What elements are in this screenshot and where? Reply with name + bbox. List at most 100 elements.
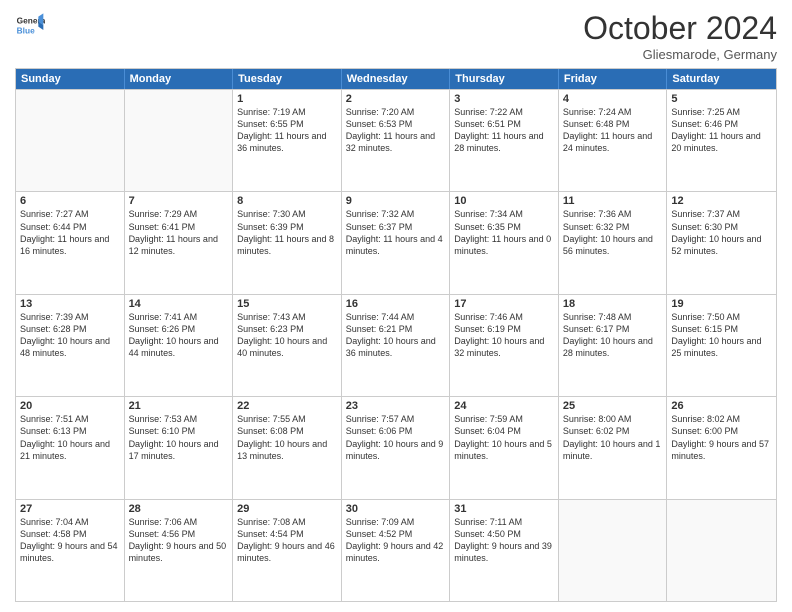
day-number: 10 [454, 195, 554, 207]
day-number: 7 [129, 195, 229, 207]
day-info: Sunrise: 7:53 AMSunset: 6:10 PMDaylight:… [129, 413, 229, 462]
day-info: Sunrise: 7:34 AMSunset: 6:35 PMDaylight:… [454, 208, 554, 257]
calendar-cell: 26Sunrise: 8:02 AMSunset: 6:00 PMDayligh… [667, 397, 776, 498]
day-number: 9 [346, 195, 446, 207]
day-info: Sunrise: 7:59 AMSunset: 6:04 PMDaylight:… [454, 413, 554, 462]
day-info: Sunrise: 8:00 AMSunset: 6:02 PMDaylight:… [563, 413, 663, 462]
logo: General Blue [15, 10, 45, 40]
day-number: 4 [563, 93, 663, 105]
calendar-cell: 13Sunrise: 7:39 AMSunset: 6:28 PMDayligh… [16, 295, 125, 396]
calendar-cell: 8Sunrise: 7:30 AMSunset: 6:39 PMDaylight… [233, 192, 342, 293]
day-info: Sunrise: 7:09 AMSunset: 4:52 PMDaylight:… [346, 516, 446, 565]
day-info: Sunrise: 7:06 AMSunset: 4:56 PMDaylight:… [129, 516, 229, 565]
title-block: October 2024 Gliesmarode, Germany [583, 10, 777, 62]
calendar-cell: 5Sunrise: 7:25 AMSunset: 6:46 PMDaylight… [667, 90, 776, 191]
calendar-cell: 1Sunrise: 7:19 AMSunset: 6:55 PMDaylight… [233, 90, 342, 191]
calendar-cell [559, 500, 668, 601]
day-of-week-header: Saturday [667, 69, 776, 89]
day-info: Sunrise: 7:22 AMSunset: 6:51 PMDaylight:… [454, 106, 554, 155]
day-number: 18 [563, 298, 663, 310]
location: Gliesmarode, Germany [583, 47, 777, 62]
day-info: Sunrise: 7:44 AMSunset: 6:21 PMDaylight:… [346, 311, 446, 360]
calendar-cell: 25Sunrise: 8:00 AMSunset: 6:02 PMDayligh… [559, 397, 668, 498]
day-info: Sunrise: 7:19 AMSunset: 6:55 PMDaylight:… [237, 106, 337, 155]
day-number: 26 [671, 400, 772, 412]
calendar-cell: 22Sunrise: 7:55 AMSunset: 6:08 PMDayligh… [233, 397, 342, 498]
calendar-cell [667, 500, 776, 601]
day-info: Sunrise: 8:02 AMSunset: 6:00 PMDaylight:… [671, 413, 772, 462]
day-number: 31 [454, 503, 554, 515]
calendar-cell: 15Sunrise: 7:43 AMSunset: 6:23 PMDayligh… [233, 295, 342, 396]
calendar-cell: 20Sunrise: 7:51 AMSunset: 6:13 PMDayligh… [16, 397, 125, 498]
day-info: Sunrise: 7:04 AMSunset: 4:58 PMDaylight:… [20, 516, 120, 565]
calendar-cell: 7Sunrise: 7:29 AMSunset: 6:41 PMDaylight… [125, 192, 234, 293]
logo-icon: General Blue [15, 10, 45, 40]
day-info: Sunrise: 7:43 AMSunset: 6:23 PMDaylight:… [237, 311, 337, 360]
day-info: Sunrise: 7:24 AMSunset: 6:48 PMDaylight:… [563, 106, 663, 155]
calendar-week-row: 13Sunrise: 7:39 AMSunset: 6:28 PMDayligh… [16, 294, 776, 396]
calendar-cell: 24Sunrise: 7:59 AMSunset: 6:04 PMDayligh… [450, 397, 559, 498]
day-of-week-header: Monday [125, 69, 234, 89]
calendar-cell: 3Sunrise: 7:22 AMSunset: 6:51 PMDaylight… [450, 90, 559, 191]
day-info: Sunrise: 7:41 AMSunset: 6:26 PMDaylight:… [129, 311, 229, 360]
calendar-week-row: 20Sunrise: 7:51 AMSunset: 6:13 PMDayligh… [16, 396, 776, 498]
day-number: 13 [20, 298, 120, 310]
day-of-week-header: Sunday [16, 69, 125, 89]
calendar-cell: 17Sunrise: 7:46 AMSunset: 6:19 PMDayligh… [450, 295, 559, 396]
day-number: 1 [237, 93, 337, 105]
day-number: 11 [563, 195, 663, 207]
day-info: Sunrise: 7:32 AMSunset: 6:37 PMDaylight:… [346, 208, 446, 257]
day-info: Sunrise: 7:50 AMSunset: 6:15 PMDaylight:… [671, 311, 772, 360]
header: General Blue October 2024 Gliesmarode, G… [15, 10, 777, 62]
svg-text:Blue: Blue [17, 25, 35, 35]
day-info: Sunrise: 7:36 AMSunset: 6:32 PMDaylight:… [563, 208, 663, 257]
calendar-body: 1Sunrise: 7:19 AMSunset: 6:55 PMDaylight… [16, 89, 776, 601]
day-number: 2 [346, 93, 446, 105]
month-title: October 2024 [583, 10, 777, 47]
day-of-week-header: Wednesday [342, 69, 451, 89]
day-number: 28 [129, 503, 229, 515]
calendar-week-row: 1Sunrise: 7:19 AMSunset: 6:55 PMDaylight… [16, 89, 776, 191]
day-info: Sunrise: 7:11 AMSunset: 4:50 PMDaylight:… [454, 516, 554, 565]
day-number: 23 [346, 400, 446, 412]
day-number: 20 [20, 400, 120, 412]
day-number: 15 [237, 298, 337, 310]
day-info: Sunrise: 7:20 AMSunset: 6:53 PMDaylight:… [346, 106, 446, 155]
day-number: 5 [671, 93, 772, 105]
day-info: Sunrise: 7:30 AMSunset: 6:39 PMDaylight:… [237, 208, 337, 257]
calendar-cell [16, 90, 125, 191]
calendar-cell: 6Sunrise: 7:27 AMSunset: 6:44 PMDaylight… [16, 192, 125, 293]
day-info: Sunrise: 7:37 AMSunset: 6:30 PMDaylight:… [671, 208, 772, 257]
calendar-cell: 10Sunrise: 7:34 AMSunset: 6:35 PMDayligh… [450, 192, 559, 293]
calendar-cell: 2Sunrise: 7:20 AMSunset: 6:53 PMDaylight… [342, 90, 451, 191]
calendar-cell [125, 90, 234, 191]
day-number: 30 [346, 503, 446, 515]
day-number: 12 [671, 195, 772, 207]
calendar-cell: 31Sunrise: 7:11 AMSunset: 4:50 PMDayligh… [450, 500, 559, 601]
day-number: 27 [20, 503, 120, 515]
day-info: Sunrise: 7:51 AMSunset: 6:13 PMDaylight:… [20, 413, 120, 462]
calendar-cell: 28Sunrise: 7:06 AMSunset: 4:56 PMDayligh… [125, 500, 234, 601]
day-number: 14 [129, 298, 229, 310]
day-info: Sunrise: 7:55 AMSunset: 6:08 PMDaylight:… [237, 413, 337, 462]
day-number: 16 [346, 298, 446, 310]
calendar-cell: 23Sunrise: 7:57 AMSunset: 6:06 PMDayligh… [342, 397, 451, 498]
day-number: 22 [237, 400, 337, 412]
day-of-week-header: Tuesday [233, 69, 342, 89]
day-of-week-header: Thursday [450, 69, 559, 89]
page: General Blue October 2024 Gliesmarode, G… [0, 0, 792, 612]
day-number: 8 [237, 195, 337, 207]
day-info: Sunrise: 7:08 AMSunset: 4:54 PMDaylight:… [237, 516, 337, 565]
calendar: SundayMondayTuesdayWednesdayThursdayFrid… [15, 68, 777, 602]
day-number: 21 [129, 400, 229, 412]
calendar-week-row: 6Sunrise: 7:27 AMSunset: 6:44 PMDaylight… [16, 191, 776, 293]
day-number: 19 [671, 298, 772, 310]
calendar-cell: 9Sunrise: 7:32 AMSunset: 6:37 PMDaylight… [342, 192, 451, 293]
day-info: Sunrise: 7:48 AMSunset: 6:17 PMDaylight:… [563, 311, 663, 360]
day-number: 25 [563, 400, 663, 412]
calendar-cell: 11Sunrise: 7:36 AMSunset: 6:32 PMDayligh… [559, 192, 668, 293]
calendar-week-row: 27Sunrise: 7:04 AMSunset: 4:58 PMDayligh… [16, 499, 776, 601]
calendar-cell: 16Sunrise: 7:44 AMSunset: 6:21 PMDayligh… [342, 295, 451, 396]
calendar-cell: 19Sunrise: 7:50 AMSunset: 6:15 PMDayligh… [667, 295, 776, 396]
day-number: 24 [454, 400, 554, 412]
